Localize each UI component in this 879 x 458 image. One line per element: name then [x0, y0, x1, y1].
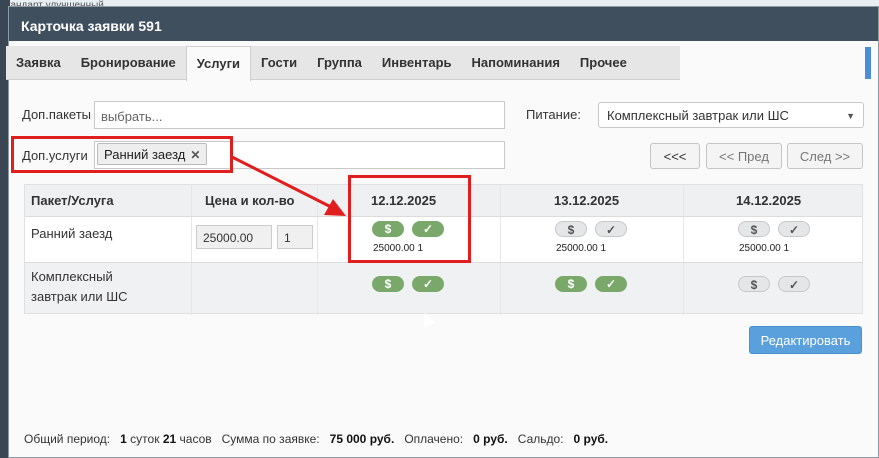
- paid-label: Оплачено:: [404, 432, 464, 446]
- period-hours: 21: [162, 432, 177, 446]
- period-days: 1: [120, 432, 127, 446]
- period-hours-unit: часов: [179, 432, 212, 446]
- paid-value: 0 руб.: [473, 432, 508, 446]
- sum-value: 75 000 руб.: [329, 432, 395, 446]
- period-days-unit: суток: [130, 432, 160, 446]
- annotation-arrow: [231, 155, 346, 216]
- balance-label: Сальдо:: [517, 432, 564, 446]
- period-label: Общий период:: [24, 432, 111, 446]
- sum-label: Сумма по заявке:: [221, 432, 320, 446]
- balance-value: 0 руб.: [573, 432, 609, 446]
- summary-footer: Общий период: 1 суток 21 часов Сумма по …: [24, 432, 608, 446]
